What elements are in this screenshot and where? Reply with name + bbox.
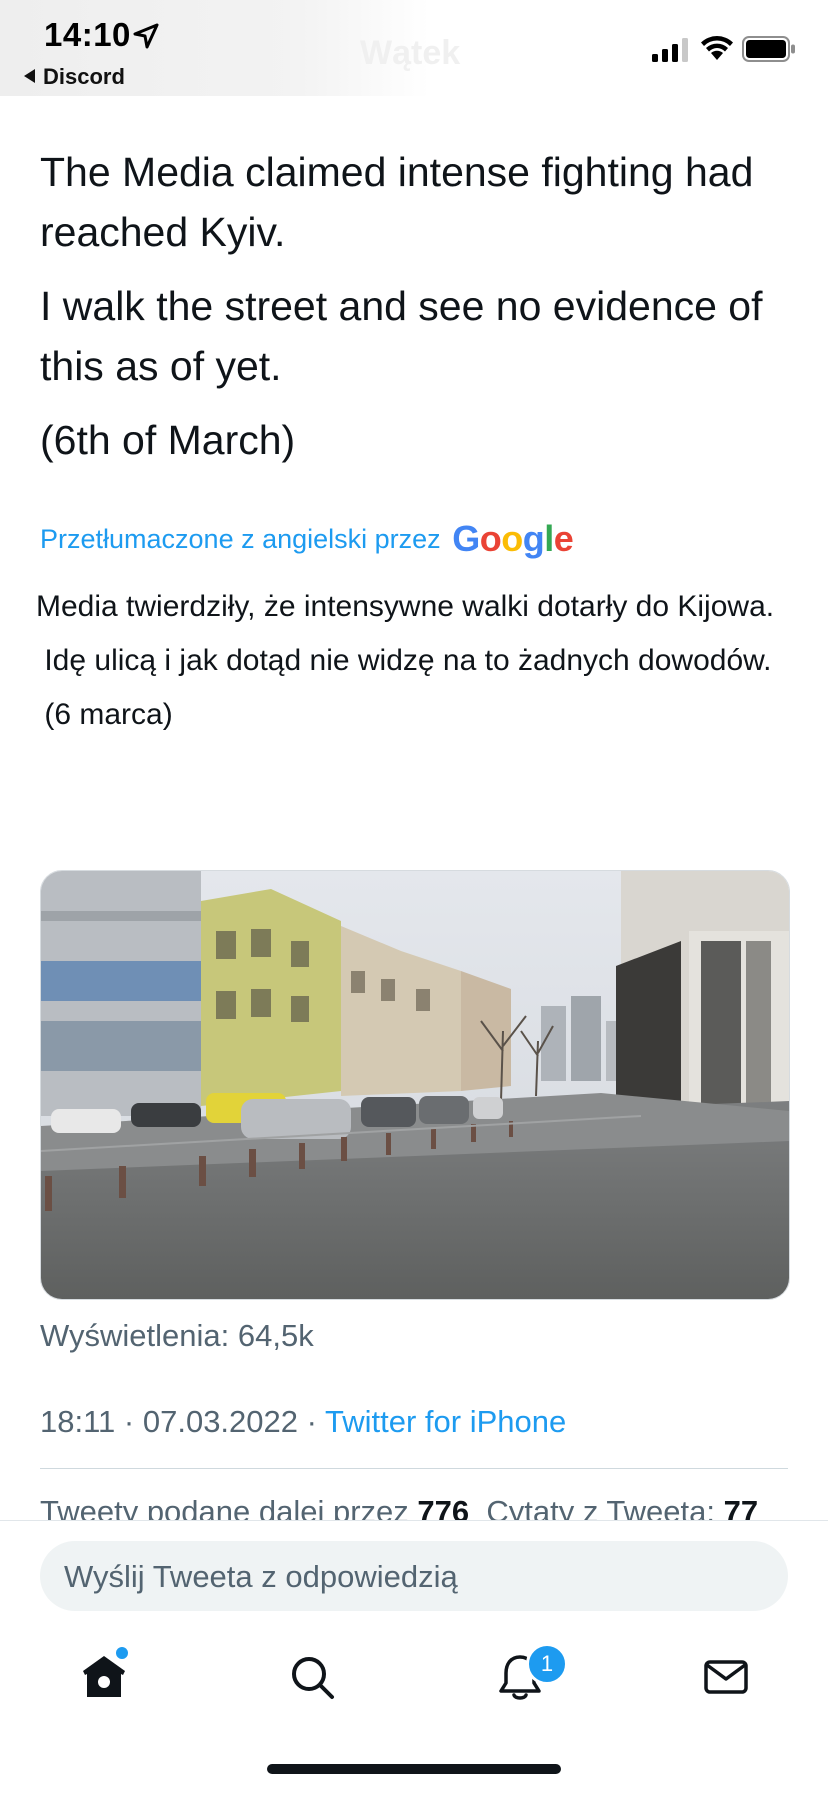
retweets-link[interactable]: Tweety podane dalej przez 776 — [40, 1494, 469, 1520]
status-bar: 14:10 Discord Wątek — [0, 0, 828, 96]
cellular-signal-icon — [652, 38, 688, 62]
street-photo — [41, 871, 789, 1299]
translated-by-label[interactable]: Przetłumaczone z angielski przez Google — [40, 518, 574, 560]
tweet-timestamp: 18:11 · 07.03.2022 · Twitter for iPhone — [40, 1404, 566, 1440]
notification-badge: 1 — [526, 1643, 568, 1685]
tab-messages[interactable] — [700, 1651, 752, 1703]
bottom-bar: Wyślij Tweeta z odpowiedzią 1 — [0, 1520, 828, 1793]
home-indicator — [267, 1764, 561, 1774]
mail-icon — [704, 1660, 748, 1694]
reply-placeholder: Wyślij Tweeta z odpowiedzią — [64, 1559, 458, 1594]
translated-paragraph: Idę ulicą i jak dotąd nie widzę na to ża… — [36, 644, 772, 677]
separator: · — [306, 1404, 317, 1439]
quotes-link[interactable]: Cytaty z Tweeta: 77 — [486, 1494, 758, 1520]
back-app-label: Discord — [43, 64, 125, 89]
tweet-media-image[interactable] — [40, 870, 790, 1300]
back-to-app[interactable]: Discord — [24, 64, 125, 90]
tweet-time: 18:11 — [40, 1404, 116, 1439]
home-unread-dot — [116, 1647, 128, 1659]
tweet-stats: Tweety podane dalej przez 776 Cytaty z T… — [40, 1494, 758, 1520]
battery-icon — [742, 36, 795, 62]
nav-title: Wątek — [360, 34, 461, 72]
divider — [40, 1468, 788, 1469]
views-count: Wyświetlenia: 64,5k — [40, 1318, 314, 1354]
translated-by-text: Przetłumaczone z angielski przez — [40, 524, 441, 554]
google-logo: Google — [452, 518, 574, 559]
search-icon — [292, 1657, 334, 1699]
status-time: 14:10 — [44, 16, 131, 53]
retweets-label: Tweety podane dalej przez — [40, 1494, 409, 1520]
translated-paragraph: (6 marca) — [36, 698, 173, 731]
reply-input[interactable]: Wyślij Tweeta z odpowiedzią — [40, 1541, 788, 1611]
source-link[interactable]: Twitter for iPhone — [325, 1404, 566, 1439]
tab-search[interactable] — [286, 1651, 338, 1703]
quotes-count: 77 — [723, 1494, 759, 1520]
translated-paragraph: Media twierdziły, że intensywne walki do… — [36, 590, 775, 623]
separator: · — [123, 1404, 135, 1439]
quotes-label: Cytaty z Tweeta: — [486, 1494, 715, 1520]
views-value: 64,5k — [237, 1318, 314, 1353]
views-label: Wyświetlenia: — [40, 1318, 230, 1353]
tweet-paragraph: (6th of March) — [40, 417, 296, 463]
back-triangle-icon — [24, 69, 35, 83]
location-arrow-icon — [133, 23, 159, 49]
retweets-count: 776 — [417, 1494, 470, 1520]
tweet-date: 07.03.2022 — [142, 1404, 299, 1439]
tweet-paragraph: The Media claimed intense fighting had r… — [40, 149, 754, 255]
tweet-paragraph: I walk the street and see no evidence of… — [40, 283, 763, 389]
wifi-icon — [701, 36, 733, 60]
translated-text: Media twierdziły, że intensywne walki do… — [36, 585, 796, 747]
tweet-text: The Media claimed intense fighting had r… — [40, 142, 800, 484]
